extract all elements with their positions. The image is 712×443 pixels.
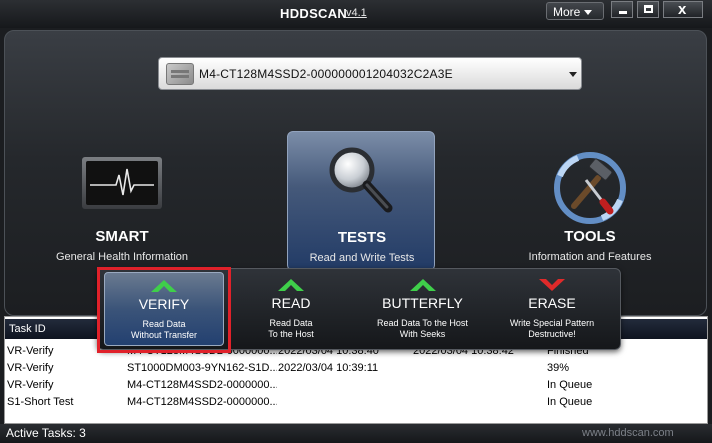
more-label: More xyxy=(553,5,581,19)
task-status-cell: 39% xyxy=(547,362,570,374)
magnifier-icon xyxy=(329,147,393,213)
active-tasks-count: Active Tasks: 3 xyxy=(6,426,86,440)
table-row[interactable]: S1-Short Test M4-CT128M4SSD2-0000000... … xyxy=(5,394,707,411)
verify-highlight-frame xyxy=(97,267,231,353)
read-label: READ xyxy=(271,295,311,311)
butterfly-label: BUTTERFLY xyxy=(382,295,463,311)
status-bar: Active Tasks: 3 www.hddscan.com xyxy=(0,424,712,443)
website-link[interactable]: www.hddscan.com xyxy=(582,427,674,439)
monitor-heartbeat-icon xyxy=(82,157,162,209)
butterfly-desc-line-1: Read Data To the Host xyxy=(377,318,468,328)
tests-title: TESTS xyxy=(337,229,387,246)
maximize-icon xyxy=(644,5,653,13)
chevron-down-icon xyxy=(569,72,577,77)
smart-title: SMART xyxy=(95,228,149,245)
table-row[interactable]: VR-Verify M4-CT128M4SSD2-0000000... In Q… xyxy=(5,377,707,394)
read-desc-line-1: Read Data xyxy=(269,318,313,328)
butterfly-description: Read Data To the Host With Seeks xyxy=(360,318,485,340)
butterfly-desc-line-2: With Seeks xyxy=(399,329,446,339)
task-device-cell: M4-CT128M4SSD2-0000000... xyxy=(127,379,277,391)
arrow-up-icon xyxy=(278,279,304,291)
minimize-icon xyxy=(619,11,627,14)
task-status-cell: In Queue xyxy=(547,379,593,391)
erase-desc-line-1: Write Special Pattern xyxy=(509,318,595,328)
drive-select[interactable]: M4-CT128M4SSD2-000000001204032C2A3E xyxy=(158,57,582,90)
tools-subtitle: Information and Features xyxy=(528,251,652,263)
task-id-cell: VR-Verify xyxy=(7,362,54,374)
task-status-cell: In Queue xyxy=(547,396,593,408)
task-id-cell: S1-Short Test xyxy=(7,396,74,408)
drive-select-value: M4-CT128M4SSD2-000000001204032C2A3E xyxy=(199,67,453,81)
tests-category[interactable]: TESTS Read and Write Tests xyxy=(287,131,435,271)
app-title: HDDSCAN xyxy=(280,6,348,21)
read-description: Read Data To the Host xyxy=(231,318,351,340)
minimize-button[interactable] xyxy=(611,1,633,18)
erase-desc-line-2: Destructive! xyxy=(528,329,576,339)
table-row[interactable]: VR-Verify ST1000DM003-9YN162-S1D... 2022… xyxy=(5,360,707,377)
title-bar: HDDSCAN v4.1 More x xyxy=(0,0,712,28)
more-button[interactable]: More xyxy=(546,2,604,20)
tests-subtitle: Read and Write Tests xyxy=(309,252,415,264)
smart-subtitle: General Health Information xyxy=(55,251,189,263)
erase-button[interactable]: ERASE Write Special Pattern Destructive! xyxy=(490,269,614,351)
hard-drive-icon xyxy=(166,63,194,85)
version-link[interactable]: v4.1 xyxy=(346,7,367,19)
task-device-cell: M4-CT128M4SSD2-0000000... xyxy=(127,396,277,408)
erase-label: ERASE xyxy=(528,295,576,311)
butterfly-button[interactable]: BUTTERFLY Read Data To the Host With Seek… xyxy=(360,269,485,351)
maximize-button[interactable] xyxy=(637,1,659,18)
task-start-cell: 2022/03/04 10:39:11 xyxy=(278,362,379,374)
close-button[interactable]: x xyxy=(663,1,703,18)
task-device-cell: ST1000DM003-9YN162-S1D... xyxy=(127,362,277,374)
tools-title: TOOLS xyxy=(564,228,616,245)
arrow-up-icon xyxy=(409,279,436,291)
task-id-header[interactable]: Task ID xyxy=(9,323,46,335)
erase-description: Write Special Pattern Destructive! xyxy=(490,318,614,340)
read-button[interactable]: READ Read Data To the Host xyxy=(231,269,351,351)
read-desc-line-2: To the Host xyxy=(268,329,314,339)
caret-down-icon xyxy=(584,10,593,16)
arrow-down-icon xyxy=(539,279,565,291)
task-id-cell: VR-Verify xyxy=(7,379,54,391)
hammer-screwdriver-icon xyxy=(554,152,626,224)
close-icon: x xyxy=(678,1,687,18)
